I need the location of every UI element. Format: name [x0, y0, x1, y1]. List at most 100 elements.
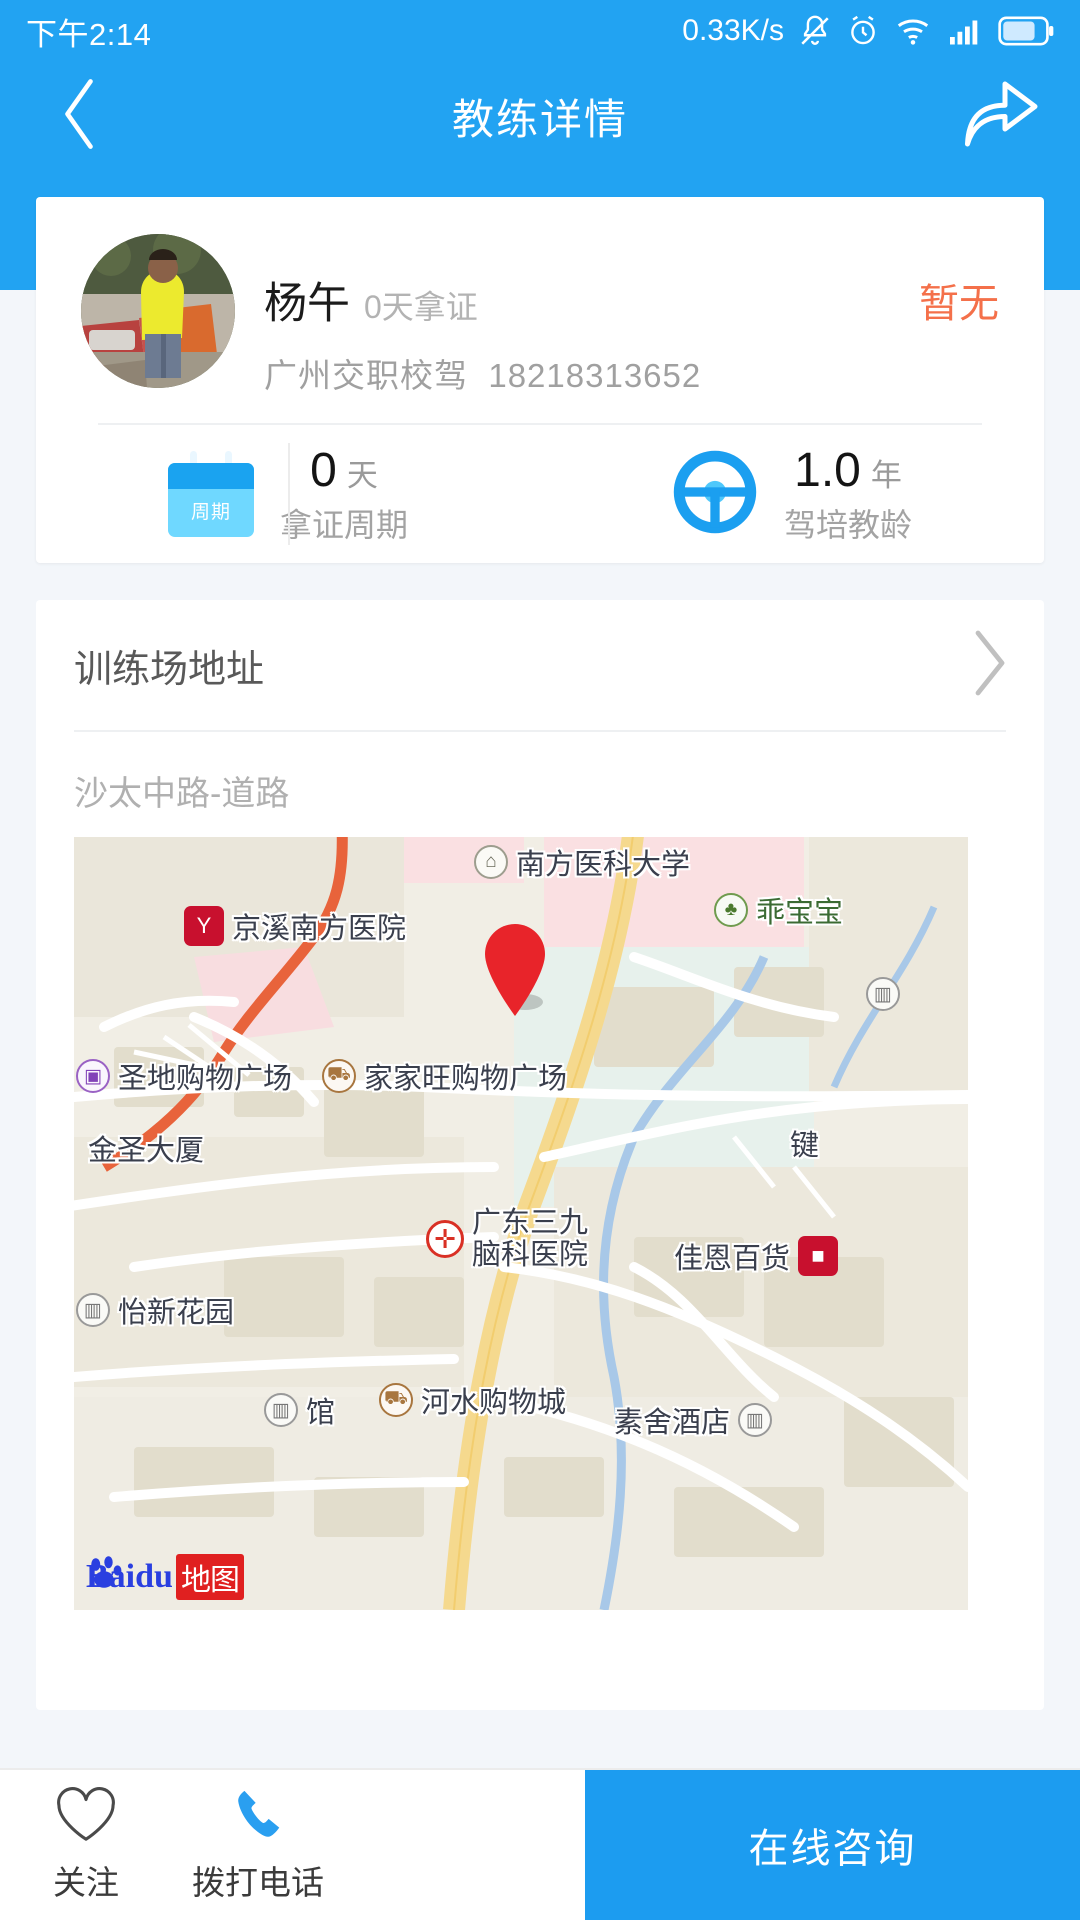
- coach-stats: 周期 0 天 拿证周期 1.0 年 驾培教龄: [36, 425, 1044, 563]
- baidu-logo-text-2: du: [135, 1558, 173, 1595]
- building-icon: ▥: [866, 977, 900, 1011]
- school-icon: ⌂: [474, 845, 508, 879]
- poi-sushe-hotel: 素舍酒店 ▥: [614, 1399, 773, 1441]
- call-button[interactable]: 拨打电话: [172, 1770, 344, 1920]
- coach-profile-card: 杨午 0天拿证 暂无 广州交职校驾 18218313652 周期 0 天 拿证周…: [36, 197, 1044, 563]
- calendar-icon: 周期: [167, 451, 254, 537]
- app-header: 教练详情: [0, 62, 1080, 170]
- training-address-card: 训练场地址 沙太中路-道路 ⌂ 南方医科大学 ♣ 乖宝宝 Y 京溪南方医院 ▥ …: [36, 600, 1044, 1710]
- steering-wheel-icon: [672, 449, 758, 540]
- poi-jian: 键: [790, 1122, 819, 1164]
- poi-label: 圣地购物广场: [118, 1063, 293, 1095]
- stat-value: 1.0: [794, 443, 861, 497]
- calendar-icon-label: 周期: [190, 502, 231, 523]
- page-title: 教练详情: [451, 95, 628, 143]
- stat-value: 0: [310, 443, 337, 497]
- bell-muted-icon: [798, 13, 832, 49]
- map-view[interactable]: ⌂ 南方医科大学 ♣ 乖宝宝 Y 京溪南方医院 ▥ ▣ 圣地购物广场 ⛟ 家家旺…: [74, 837, 968, 1610]
- heart-icon: [55, 1786, 117, 1850]
- chevron-right-icon: [970, 627, 1010, 704]
- follow-label: 关注: [53, 1863, 119, 1901]
- poi-label: 佳恩百货: [674, 1243, 791, 1275]
- status-bar: 下午2:14 0.33K/s: [0, 0, 1080, 62]
- poi-label: 怡新花园: [118, 1297, 235, 1329]
- alarm-clock-icon: [846, 13, 880, 49]
- poi-yixin-garden: ▥ 怡新花园: [76, 1289, 234, 1331]
- stat-teaching-years: 1.0 年 驾培教龄: [540, 425, 1044, 563]
- poi-heshui-shopping-city: ⛟ 河水购物城: [379, 1379, 566, 1421]
- training-road-name: 沙太中路-道路: [74, 775, 290, 813]
- museum-icon: ▥: [264, 1393, 298, 1427]
- share-arrow-icon: [960, 79, 1040, 154]
- poi-label: 河水购物城: [421, 1387, 567, 1419]
- stat-value-row: 0 天: [310, 443, 378, 498]
- battery-icon: [998, 15, 1054, 47]
- network-speed-label: 0.33K/s: [682, 14, 784, 47]
- wifi-icon: [894, 13, 932, 49]
- poi-jingxi-nanfang-hospital: Y 京溪南方医院: [184, 905, 406, 947]
- stat-text-group: 1.0 年 驾培教龄: [784, 443, 912, 546]
- poi-label: 家家旺购物广场: [364, 1063, 568, 1095]
- avatar[interactable]: [81, 234, 235, 388]
- phone-icon: [228, 1787, 288, 1850]
- chevron-left-icon: [56, 74, 102, 159]
- coach-school: 广州交职校驾: [264, 357, 468, 394]
- store-icon: ■: [798, 1236, 839, 1276]
- poi-nanfang-medical-university: ⌂ 南方医科大学: [474, 841, 690, 883]
- status-bar-time: 下午2:14: [26, 16, 152, 52]
- training-address-header[interactable]: 训练场地址: [36, 600, 1044, 730]
- poi-guangdong-39-brain-hospital: ✛ 广东三九 脑科医院: [426, 1207, 622, 1272]
- coach-license-period: 0天拿证: [364, 289, 478, 325]
- market-icon: ⛟: [322, 1059, 356, 1093]
- poi-shengdi-shopping-plaza: ▣ 圣地购物广场: [76, 1055, 292, 1097]
- signal-icon: [946, 13, 984, 49]
- clinic-icon: ✛: [426, 1220, 464, 1259]
- stat-label: 拿证周期: [279, 506, 408, 543]
- hotel-icon: ▥: [738, 1403, 773, 1437]
- baidu-logo-text-3: 地图: [175, 1554, 244, 1600]
- poi-jiaen-department-store: 佳恩百货 ■: [674, 1235, 839, 1277]
- mall-icon: ⛟: [379, 1383, 413, 1417]
- coach-name-row: 杨午 0天拿证: [264, 269, 478, 331]
- poi-label: 京溪南方医院: [232, 913, 407, 945]
- shopping-icon: ▣: [76, 1059, 110, 1093]
- stat-unit: 年: [870, 457, 902, 493]
- status-bar-icons: 0.33K/s: [682, 13, 1054, 49]
- stat-license-period: 周期 0 天 拿证周期: [36, 425, 540, 563]
- coach-profile-row: 杨午 0天拿证 暂无 广州交职校驾 18218313652: [36, 197, 1044, 423]
- follow-button[interactable]: 关注: [0, 1770, 172, 1920]
- online-consult-button[interactable]: 在线咨询: [585, 1770, 1080, 1920]
- stat-label: 驾培教龄: [783, 506, 912, 543]
- coach-phone: 18218313652: [488, 357, 702, 394]
- share-button[interactable]: [950, 62, 1050, 170]
- poi-label: 乖宝宝: [756, 897, 844, 929]
- stats-divider: [288, 443, 290, 545]
- poi-label: 南方医科大学: [516, 849, 691, 881]
- poi-guaibaobao: ♣ 乖宝宝: [714, 889, 843, 931]
- call-label: 拨打电话: [192, 1863, 324, 1901]
- coach-school-phone: 广州交职校驾 18218313652: [264, 349, 701, 397]
- park-icon: ♣: [714, 893, 748, 927]
- stat-text-group: 0 天 拿证周期: [280, 443, 408, 546]
- garden-icon: ▥: [76, 1293, 110, 1327]
- poi-guan: ▥ 馆: [264, 1389, 335, 1431]
- poi-jiajiawang-shopping-plaza: ⛟ 家家旺购物广场: [322, 1055, 567, 1097]
- poi-label: 键: [790, 1130, 820, 1162]
- poi-label: 素舍酒店: [614, 1407, 731, 1439]
- poi-label: 广东三九 脑科医院: [472, 1207, 589, 1272]
- coach-name: 杨午: [264, 280, 350, 328]
- training-address-title: 训练场地址: [74, 648, 265, 691]
- stat-value-row: 1.0 年: [794, 443, 902, 498]
- hospital-icon: Y: [184, 906, 224, 946]
- poi-building-right: ▥: [866, 977, 900, 1011]
- online-consult-label: 在线咨询: [748, 1827, 917, 1871]
- bottom-action-bar: 关注 拨打电话 在线咨询: [0, 1768, 1080, 1920]
- back-button[interactable]: [34, 62, 124, 170]
- poi-jinsheng-building: 金圣大厦: [88, 1127, 204, 1169]
- poi-label: 馆: [306, 1397, 336, 1429]
- baidu-map-logo: Bai du 地图: [86, 1554, 244, 1600]
- status-badge: 暂无: [919, 282, 999, 326]
- bottom-bar-spacer: [344, 1770, 585, 1920]
- stat-unit: 天: [346, 457, 378, 493]
- poi-label: 金圣大厦: [88, 1135, 205, 1167]
